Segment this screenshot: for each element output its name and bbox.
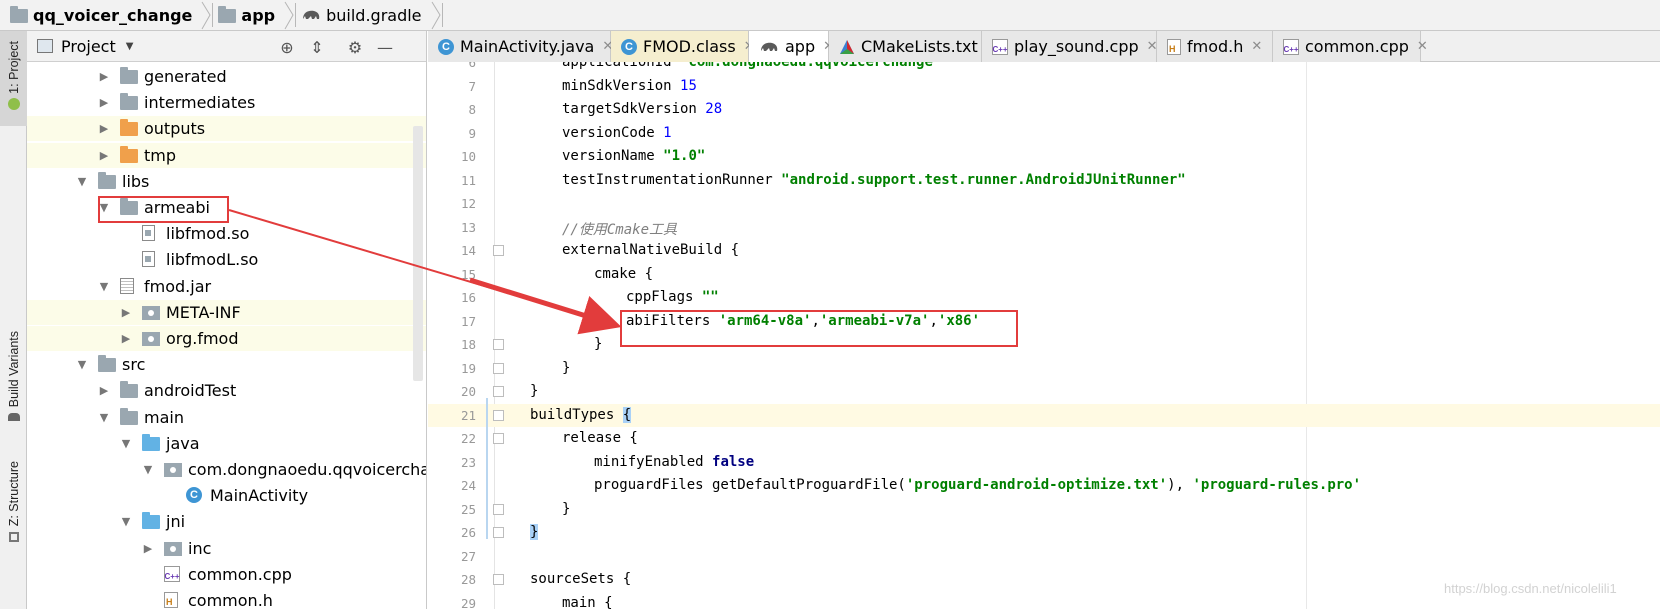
- annotation-arrow: [228, 209, 622, 335]
